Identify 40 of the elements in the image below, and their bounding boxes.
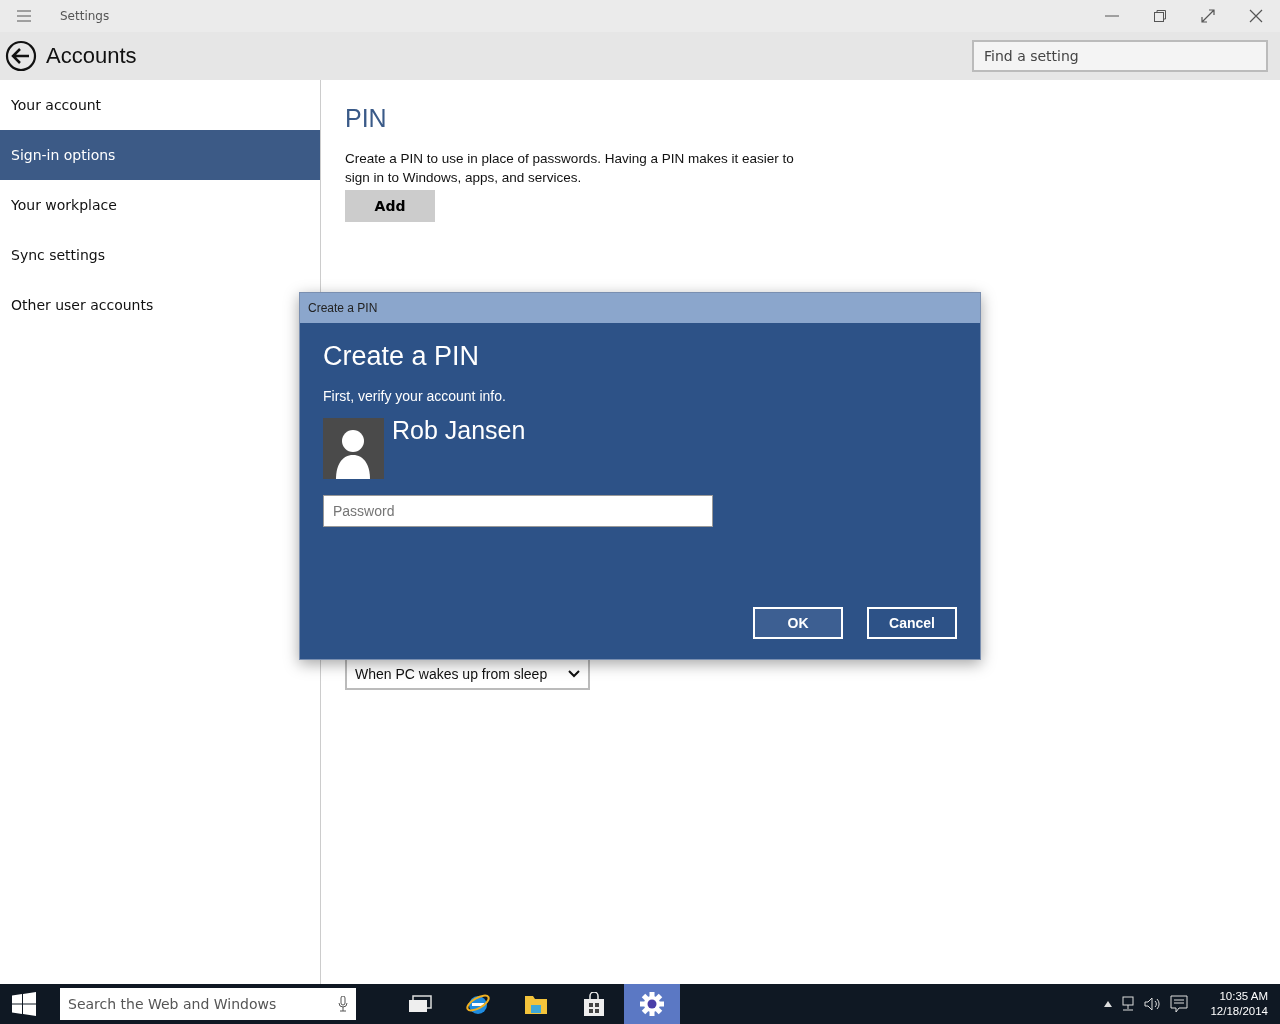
search-placeholder: Search the Web and Windows [68, 996, 277, 1012]
taskbar-app-button[interactable] [624, 984, 680, 1024]
caret-up-icon[interactable] [1104, 1001, 1113, 1007]
password-field[interactable]: Password [323, 495, 713, 527]
clock-date[interactable]: 12/18/2014 [1210, 1004, 1268, 1019]
description-text: Create a PIN to use in place of passwords. Having a PIN makes it easier to sign in to Windows, apps, and services. [345, 150, 795, 187]
page-title: Accounts [46, 43, 137, 69]
sidebar-item[interactable]: Your workplace [0, 180, 320, 230]
volume-icon[interactable] [1144, 996, 1163, 1012]
close-icon [1249, 9, 1263, 23]
back-button[interactable] [4, 40, 38, 72]
user-avatar-icon [323, 418, 384, 479]
chevron-down-icon [568, 670, 580, 678]
restore-icon [1153, 9, 1167, 23]
folder-icon [524, 993, 548, 1015]
user-name: Rob Jansen [392, 416, 526, 446]
sidebar-item[interactable]: Sync settings [0, 230, 320, 280]
window-title: Settings [60, 9, 110, 23]
microphone-icon [338, 996, 348, 1012]
windows-logo-icon [12, 992, 36, 1016]
dropdown-value: When PC wakes up from sleep [355, 666, 548, 682]
sidebar-item[interactable]: Sign-in options [0, 130, 320, 180]
network-icon[interactable] [1120, 996, 1137, 1012]
dialog-button[interactable]: OK [753, 607, 843, 639]
notification-icon[interactable] [1170, 995, 1189, 1013]
sidebar-item[interactable]: Your account [0, 80, 320, 130]
diagonal-arrows-icon [1200, 8, 1216, 24]
menu-icon [17, 10, 31, 22]
dialog-text: First, verify your account info. [323, 388, 506, 404]
dialog-heading: Create a PIN [323, 341, 480, 372]
minimize-icon [1105, 15, 1119, 17]
search-field[interactable]: Find a setting [972, 40, 1268, 72]
add-button[interactable]: Add [345, 190, 435, 222]
clock-time[interactable]: 10:35 AM [1219, 989, 1268, 1004]
task-view-icon [408, 995, 432, 1013]
dialog-button[interactable]: Cancel [867, 607, 957, 639]
dialog-title: Create a PIN [308, 301, 378, 315]
section-heading: PIN [345, 104, 387, 133]
shopping-bag-icon [583, 992, 605, 1016]
taskbar-search-field[interactable]: Search the Web and Windows [60, 988, 356, 1020]
